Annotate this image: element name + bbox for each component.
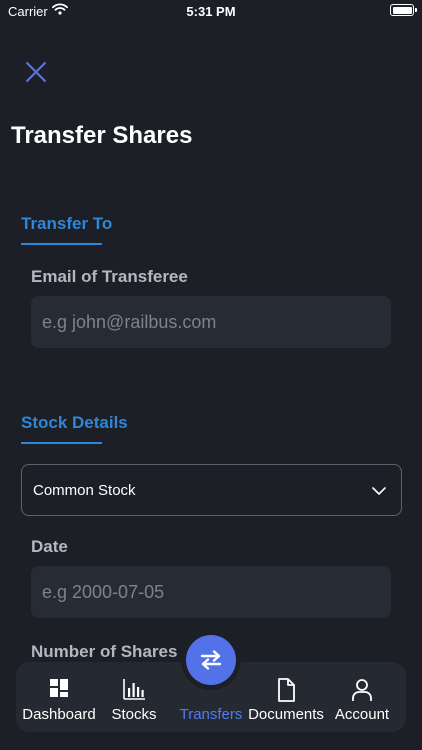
bar-chart-icon [123, 679, 145, 700]
tab-dashboard[interactable]: Dashboard [16, 662, 102, 732]
tab-label: Dashboard [22, 706, 96, 723]
section-underline [21, 243, 102, 245]
document-icon [278, 678, 295, 702]
section-underline [21, 442, 102, 444]
dashboard-icon [50, 679, 68, 697]
close-button[interactable] [22, 58, 50, 86]
stock-type-value: Common Stock [33, 482, 136, 499]
shares-label: Number of Shares [31, 642, 178, 661]
chevron-down-icon [372, 487, 386, 495]
section-title-stock-details: Stock Details [21, 413, 128, 432]
user-icon [352, 679, 372, 701]
tab-label: Transfers [179, 706, 243, 723]
tab-account[interactable]: Account [328, 662, 396, 732]
close-icon [25, 61, 47, 83]
date-label: Date [31, 537, 68, 556]
section-title-transfer-to: Transfer To [21, 214, 113, 233]
transfers-fab-button[interactable] [186, 635, 236, 685]
tab-documents[interactable]: Documents [246, 662, 326, 732]
tab-stocks[interactable]: Stocks [102, 662, 166, 732]
transfer-arrows-icon [200, 650, 222, 670]
email-field[interactable] [31, 296, 391, 348]
tab-label: Account [334, 706, 390, 723]
status-bar: Carrier 5:31 PM [0, 0, 422, 24]
battery-icon [390, 4, 417, 16]
email-label: Email of Transferee [31, 267, 188, 286]
date-field[interactable] [31, 566, 391, 618]
status-time: 5:31 PM [186, 4, 236, 19]
stock-type-select[interactable]: Common Stock [21, 464, 402, 516]
tab-label: Stocks [111, 706, 157, 723]
tab-label: Documents [248, 706, 324, 723]
page-title: Transfer Shares [11, 122, 193, 149]
